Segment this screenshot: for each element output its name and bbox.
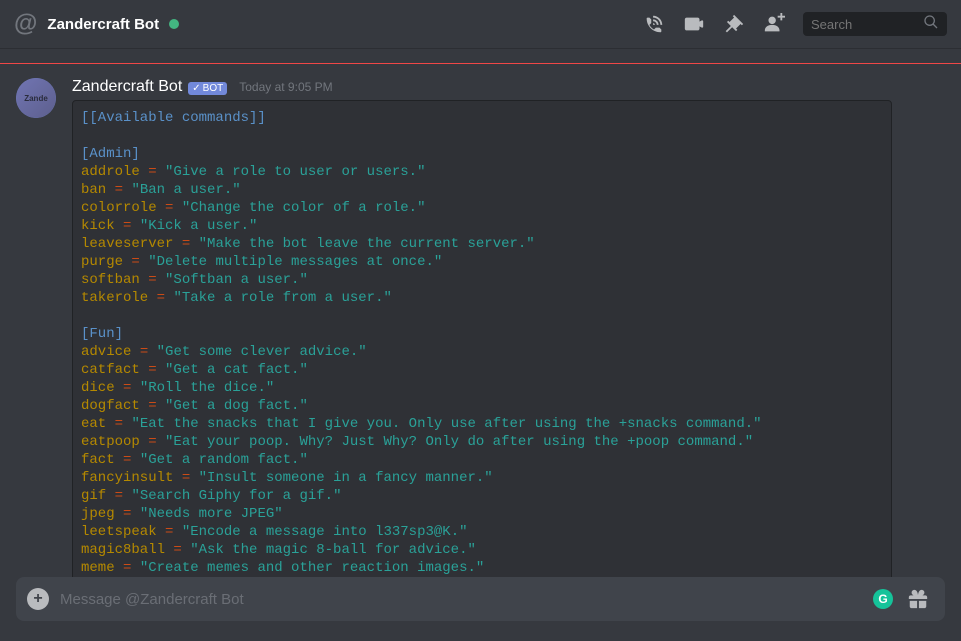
verified-check-icon: ✓ [192,83,200,94]
add-friend-icon[interactable] [763,13,785,35]
message-content: Zandercraft Bot ✓BOT Today at 9:05 PM [[… [72,78,945,588]
timestamp: Today at 9:05 PM [239,80,332,94]
grammarly-icon[interactable]: G [873,589,893,609]
plus-icon: + [27,588,49,610]
message-input-wrapper[interactable]: + G [16,577,945,621]
input-icons: G [873,588,929,610]
start-voice-call-icon[interactable] [643,13,665,35]
input-area: + G [0,577,961,641]
code-block: [[Available commands]] [Admin] addrole =… [72,100,892,588]
channel-name: Zandercraft Bot [47,16,159,33]
search-box[interactable] [803,12,947,36]
start-video-call-icon[interactable] [683,13,705,35]
avatar[interactable]: Zande [16,78,56,118]
pinned-messages-icon[interactable] [723,13,745,35]
header-left: @ Zandercraft Bot [14,10,643,38]
message-list: Zande Zandercraft Bot ✓BOT Today at 9:05… [0,64,961,588]
message-input[interactable] [60,591,873,608]
bot-badge: ✓BOT [188,82,227,95]
bot-label: BOT [203,83,224,94]
message-header: Zandercraft Bot ✓BOT Today at 9:05 PM [72,78,945,96]
search-icon [923,14,939,35]
header-right [643,12,947,36]
search-input[interactable] [811,17,923,32]
username[interactable]: Zandercraft Bot [72,78,182,96]
avatar-image: Zande [16,78,56,118]
message: Zande Zandercraft Bot ✓BOT Today at 9:05… [16,78,945,588]
online-status-dot [169,19,179,29]
gift-icon[interactable] [907,588,929,610]
at-icon: @ [14,10,37,38]
channel-header: @ Zandercraft Bot [0,0,961,48]
attach-button[interactable]: + [16,577,60,621]
